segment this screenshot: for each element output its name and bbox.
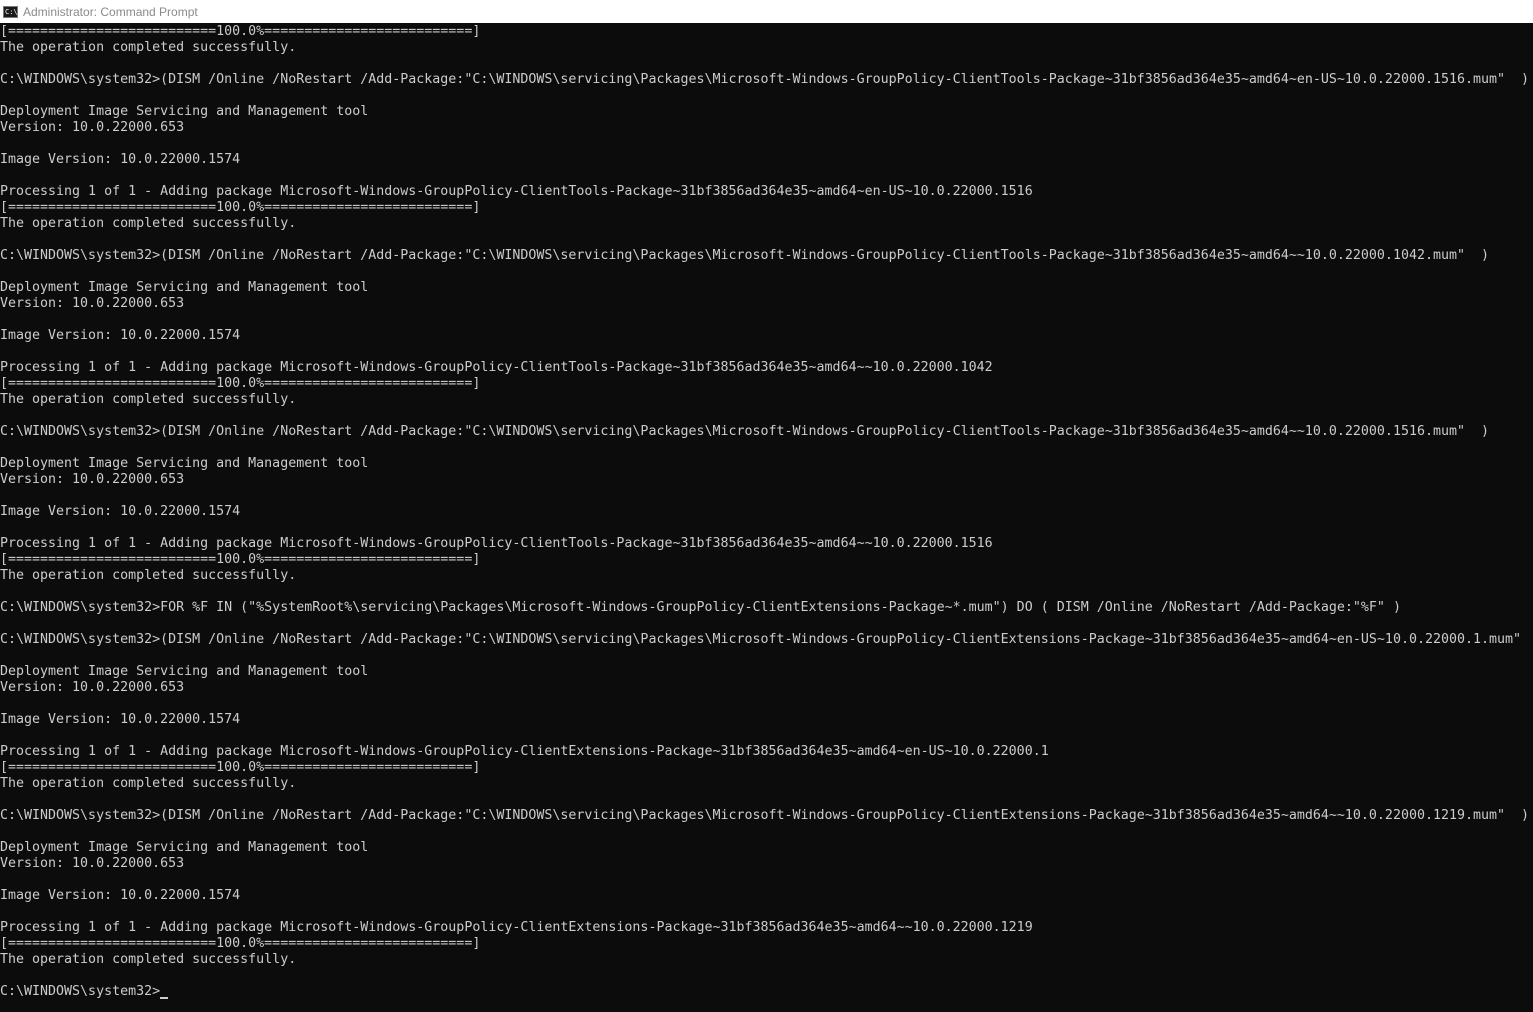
console-line: The operation completed successfully.	[0, 216, 297, 231]
console-line: C:\WINDOWS\system32>FOR %F IN ("%SystemR…	[0, 600, 1401, 615]
console-line: Processing 1 of 1 - Adding package Micro…	[0, 184, 1033, 199]
console-line: Deployment Image Servicing and Managemen…	[0, 456, 369, 471]
text-cursor	[160, 997, 169, 999]
console-line: Image Version: 10.0.22000.1574	[0, 712, 241, 727]
console-line: C:\WINDOWS\system32>(DISM /Online /NoRes…	[0, 72, 1530, 87]
console-line: [==========================100.0%=======…	[0, 552, 481, 567]
console-line: [==========================100.0%=======…	[0, 760, 481, 775]
console-line: The operation completed successfully.	[0, 40, 297, 55]
console-output[interactable]: [==========================100.0%=======…	[0, 24, 1533, 1012]
console-line: Version: 10.0.22000.653	[0, 296, 185, 311]
command-prompt-window: C:\ Administrator: Command Prompt [=====…	[0, 0, 1533, 1012]
window-title: Administrator: Command Prompt	[23, 4, 198, 19]
console-line: C:\WINDOWS\system32>(DISM /Online /NoRes…	[0, 632, 1522, 647]
console-line: The operation completed successfully.	[0, 776, 297, 791]
console-line: Processing 1 of 1 - Adding package Micro…	[0, 920, 1033, 935]
console-line: Version: 10.0.22000.653	[0, 472, 185, 487]
console-line: [==========================100.0%=======…	[0, 376, 481, 391]
console-line: Version: 10.0.22000.653	[0, 680, 185, 695]
console-line: Image Version: 10.0.22000.1574	[0, 328, 241, 343]
console-line: Deployment Image Servicing and Managemen…	[0, 664, 369, 679]
cmd-console-icon: C:\	[3, 5, 18, 18]
console-line: The operation completed successfully.	[0, 952, 297, 967]
console-line: Version: 10.0.22000.653	[0, 856, 185, 871]
console-line: The operation completed successfully.	[0, 392, 297, 407]
console-line: Image Version: 10.0.22000.1574	[0, 888, 241, 903]
console-line: C:\WINDOWS\system32>(DISM /Online /NoRes…	[0, 424, 1490, 439]
console-line: C:\WINDOWS\system32>	[0, 984, 1533, 1000]
console-line: Deployment Image Servicing and Managemen…	[0, 840, 369, 855]
console-line: C:\WINDOWS\system32>(DISM /Online /NoRes…	[0, 248, 1490, 263]
console-line: Processing 1 of 1 - Adding package Micro…	[0, 360, 993, 375]
console-line: Version: 10.0.22000.653	[0, 120, 185, 135]
console-line: [==========================100.0%=======…	[0, 200, 481, 215]
console-line: Processing 1 of 1 - Adding package Micro…	[0, 536, 993, 551]
console-line: [==========================100.0%=======…	[0, 24, 481, 39]
console-line: Deployment Image Servicing and Managemen…	[0, 104, 369, 119]
console-line: The operation completed successfully.	[0, 568, 297, 583]
console-line: Deployment Image Servicing and Managemen…	[0, 280, 369, 295]
console-line: Processing 1 of 1 - Adding package Micro…	[0, 744, 1049, 759]
title-bar[interactable]: C:\ Administrator: Command Prompt	[0, 0, 1533, 23]
console-line: Image Version: 10.0.22000.1574	[0, 504, 241, 519]
console-line: [==========================100.0%=======…	[0, 936, 481, 951]
console-line: Image Version: 10.0.22000.1574	[0, 152, 241, 167]
console-line: C:\WINDOWS\system32>(DISM /Online /NoRes…	[0, 808, 1530, 823]
